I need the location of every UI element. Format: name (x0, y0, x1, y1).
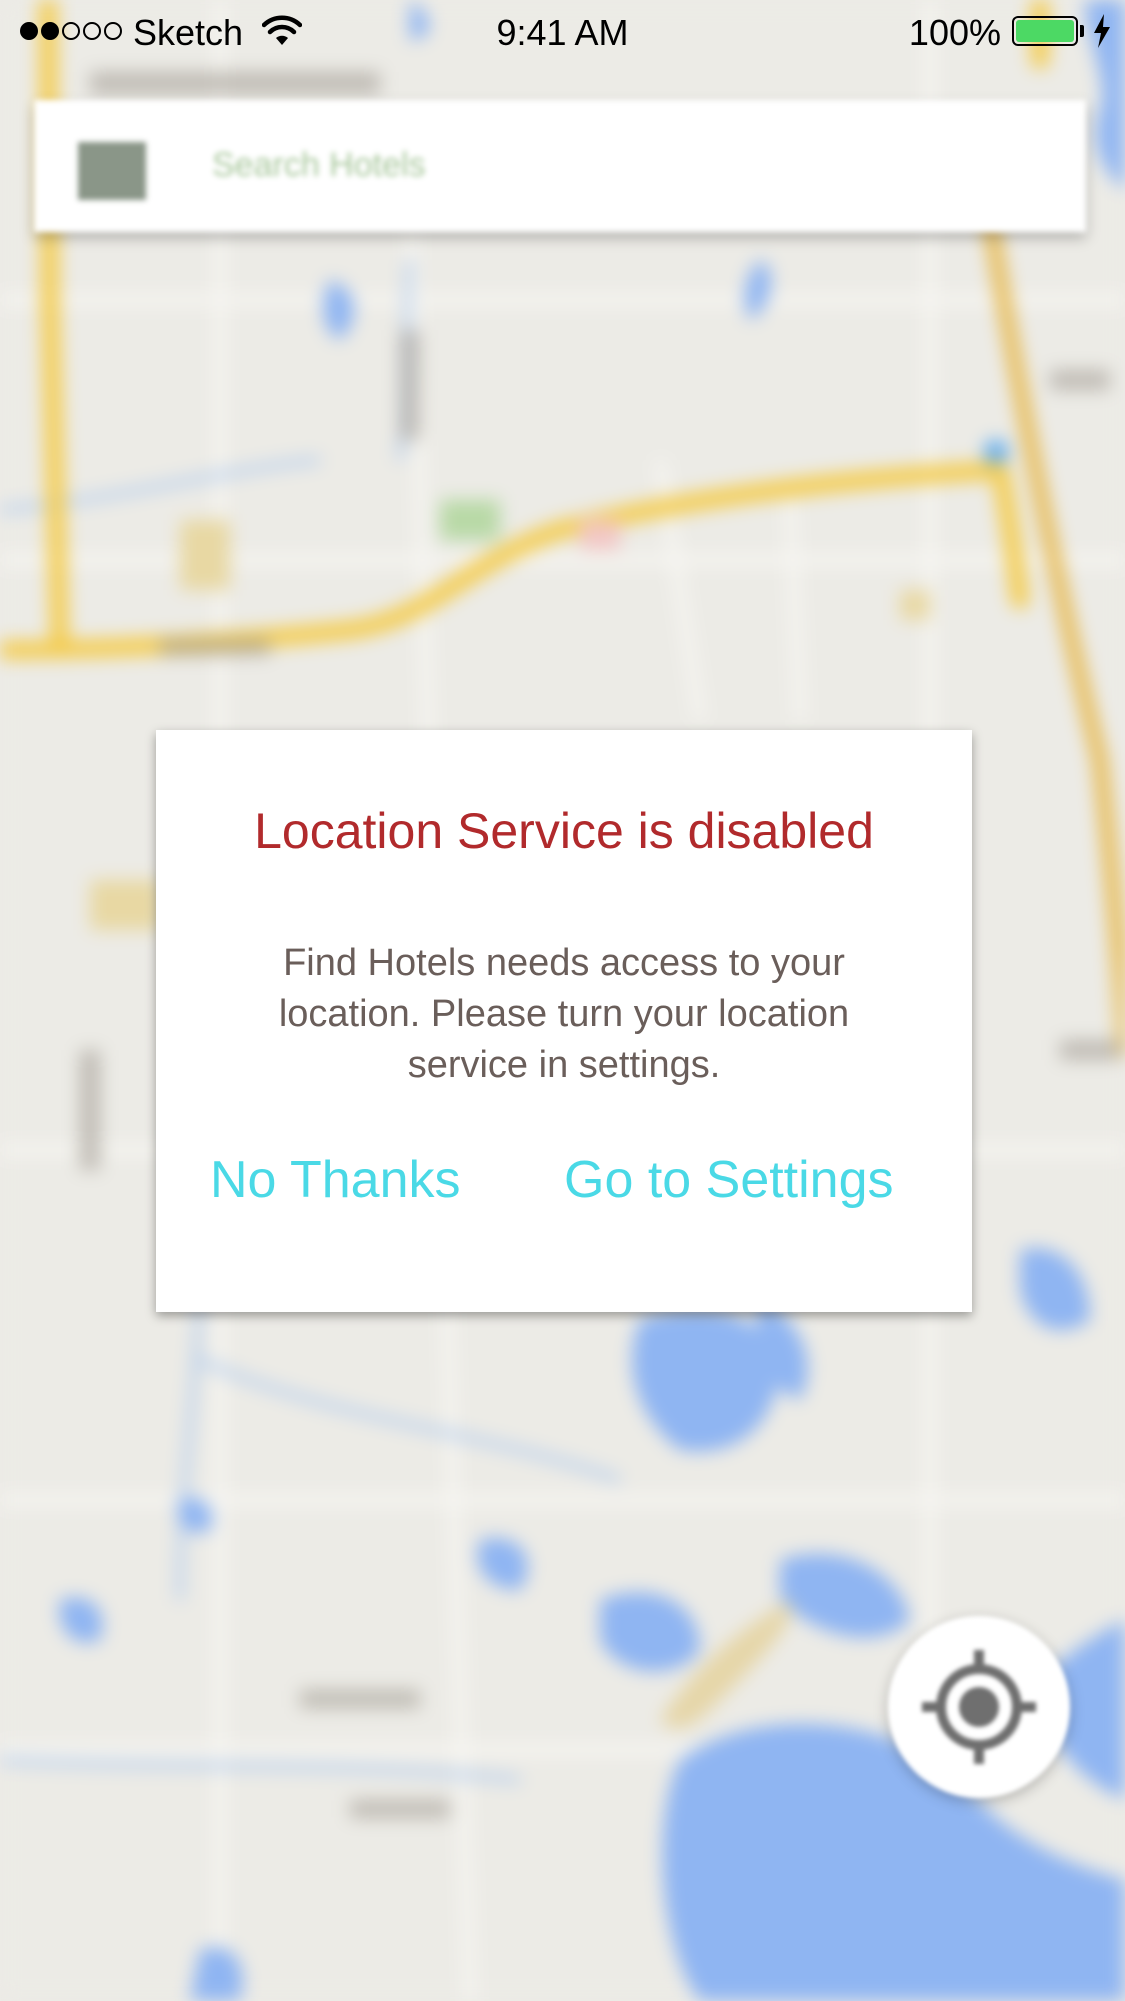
my-location-button[interactable] (888, 1616, 1070, 1798)
crosshair-icon (922, 1650, 1036, 1764)
battery-percent: 100% (908, 12, 1001, 53)
no-thanks-button[interactable]: No Thanks (210, 1150, 461, 1210)
menu-icon[interactable] (78, 142, 146, 200)
location-disabled-dialog: Location Service is disabled Find Hotels… (156, 730, 972, 1312)
dialog-title: Location Service is disabled (254, 803, 874, 859)
charging-bolt-icon (1092, 14, 1112, 57)
search-bar[interactable]: Search Hotels (34, 100, 1086, 232)
dialog-message: Find Hotels needs access to your locatio… (278, 942, 850, 1086)
battery-icon (1012, 16, 1078, 46)
battery-level (1016, 20, 1074, 42)
search-input[interactable]: Search Hotels (212, 146, 426, 185)
go-to-settings-button[interactable]: Go to Settings (564, 1150, 894, 1210)
status-bar: Sketch 9:41 AM 100% (0, 0, 1125, 66)
battery-tip (1080, 25, 1084, 37)
